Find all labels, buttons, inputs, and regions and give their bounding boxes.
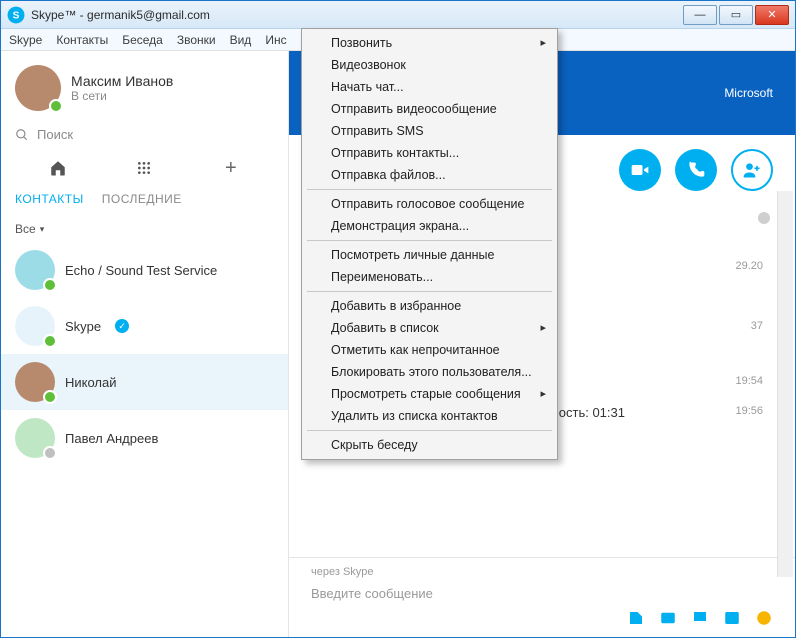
menu-separator: [307, 291, 552, 292]
menu-item[interactable]: Отправить голосовое сообщение: [305, 193, 554, 215]
contact-name: Павел Андреев: [65, 431, 158, 446]
dialpad-icon[interactable]: [134, 158, 154, 178]
self-name: Максим Иванов: [71, 73, 173, 89]
add-icon[interactable]: +: [221, 158, 241, 178]
filter-label: Все: [15, 222, 36, 236]
menu-item[interactable]: Отправить SMS: [305, 120, 554, 142]
search-icon: [15, 128, 29, 142]
context-menu: ПозвонитьВидеозвонокНачать чат...Отправи…: [301, 28, 558, 460]
menu-item[interactable]: Добавить в избранное: [305, 295, 554, 317]
menu-conversation[interactable]: Беседа: [122, 33, 163, 47]
menu-skype[interactable]: Skype: [9, 33, 42, 47]
close-button[interactable]: ✕: [755, 5, 789, 25]
menu-contacts[interactable]: Контакты: [56, 33, 108, 47]
contact-avatar: [15, 250, 55, 290]
menu-calls[interactable]: Звонки: [177, 33, 216, 47]
menu-view[interactable]: Вид: [230, 33, 252, 47]
menu-item[interactable]: Отправка файлов...: [305, 164, 554, 186]
emoji-icon[interactable]: [755, 609, 773, 627]
svg-text:S: S: [13, 10, 20, 21]
gear-icon[interactable]: [755, 209, 773, 227]
search-placeholder: Поиск: [37, 127, 73, 142]
contact-row[interactable]: Павел Андреев: [1, 410, 288, 466]
contact-avatar: [15, 362, 55, 402]
self-profile[interactable]: Максим Иванов В сети: [1, 51, 288, 119]
verified-badge-icon: ✓: [115, 319, 129, 333]
compose-input[interactable]: Введите сообщение: [289, 580, 795, 605]
video-call-button[interactable]: [619, 149, 661, 191]
self-avatar: [15, 65, 61, 111]
home-icon[interactable]: [48, 158, 68, 178]
titlebar: S Skype™ - germanik5@gmail.com — ▭ ✕: [1, 1, 795, 29]
contact-avatar: [15, 418, 55, 458]
self-status: В сети: [71, 89, 173, 103]
send-contact-icon[interactable]: [723, 609, 741, 627]
presence-icon: [43, 278, 57, 292]
contact-avatar: [15, 306, 55, 346]
window-buttons: — ▭ ✕: [681, 5, 789, 25]
sidebar-icon-row: +: [1, 150, 288, 186]
menu-item[interactable]: Удалить из списка контактов: [305, 405, 554, 427]
app-window: S Skype™ - germanik5@gmail.com — ▭ ✕ Sky…: [0, 0, 796, 638]
menu-item[interactable]: Отметить как непрочитанное: [305, 339, 554, 361]
menu-separator: [307, 240, 552, 241]
contact-list: Echo / Sound Test Service Skype ✓ Николай Па…: [1, 242, 288, 637]
contact-row[interactable]: Николай: [1, 354, 288, 410]
contact-filter[interactable]: Все ▾: [1, 216, 288, 242]
tab-contacts[interactable]: КОНТАКТЫ: [15, 192, 84, 206]
contact-row[interactable]: Echo / Sound Test Service: [1, 242, 288, 298]
menu-item[interactable]: Демонстрация экрана...: [305, 215, 554, 237]
send-file-icon[interactable]: [627, 609, 645, 627]
menu-item[interactable]: Посмотреть личные данные: [305, 244, 554, 266]
menu-item[interactable]: Блокировать этого пользователя...: [305, 361, 554, 383]
menu-item[interactable]: Скрыть беседу: [305, 434, 554, 456]
send-video-msg-icon[interactable]: [691, 609, 709, 627]
scrollbar[interactable]: [777, 191, 793, 577]
presence-online-icon: [49, 99, 63, 113]
menu-separator: [307, 430, 552, 431]
microsoft-label: Microsoft: [724, 86, 773, 100]
timestamp: 19:54: [735, 374, 763, 389]
menu-item[interactable]: Видеозвонок: [305, 54, 554, 76]
presence-icon: [43, 390, 57, 404]
skype-logo-icon: S: [7, 6, 25, 24]
menu-item[interactable]: Просмотреть старые сообщения: [305, 383, 554, 405]
minimize-button[interactable]: —: [683, 5, 717, 25]
menu-item[interactable]: Начать чат...: [305, 76, 554, 98]
maximize-button[interactable]: ▭: [719, 5, 753, 25]
menu-item[interactable]: Добавить в список: [305, 317, 554, 339]
presence-icon: [43, 446, 57, 460]
contact-name: Skype: [65, 319, 101, 334]
timestamp: 37: [751, 319, 763, 334]
search-box[interactable]: Поиск: [1, 119, 288, 150]
menu-item[interactable]: Отправить видеосообщение: [305, 98, 554, 120]
menu-item[interactable]: Отправить контакты...: [305, 142, 554, 164]
menu-separator: [307, 189, 552, 190]
menu-item[interactable]: Переименовать...: [305, 266, 554, 288]
chevron-down-icon: ▾: [40, 224, 45, 235]
add-people-button[interactable]: [731, 149, 773, 191]
compose-toolbar: [289, 605, 795, 637]
window-title: Skype™ - germanik5@gmail.com: [31, 8, 681, 22]
compose-footer: через Skype Введите сообщение: [289, 557, 795, 637]
contact-name: Echo / Sound Test Service: [65, 263, 217, 278]
audio-call-button[interactable]: [675, 149, 717, 191]
menu-tools[interactable]: Инс: [265, 33, 286, 47]
tab-recent[interactable]: ПОСЛЕДНИЕ: [102, 192, 182, 206]
send-photo-icon[interactable]: [659, 609, 677, 627]
via-label: через Skype: [289, 558, 795, 580]
sidebar: Максим Иванов В сети Поиск +: [1, 51, 289, 637]
contact-row[interactable]: Skype ✓: [1, 298, 288, 354]
presence-icon: [43, 334, 57, 348]
menu-item[interactable]: Позвонить: [305, 32, 554, 54]
contact-name: Николай: [65, 375, 117, 390]
timestamp: 19:56: [735, 404, 763, 419]
sidebar-tabs: КОНТАКТЫ ПОСЛЕДНИЕ: [1, 186, 288, 216]
